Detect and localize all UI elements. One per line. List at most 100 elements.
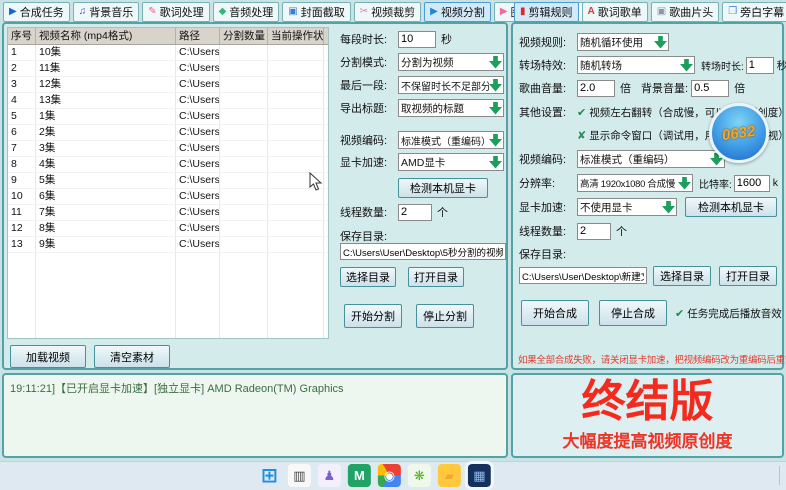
bitrate-input[interactable] <box>734 175 770 192</box>
table-cell <box>220 93 268 108</box>
segment-duration-row: 每段时长: 秒 <box>340 30 452 48</box>
toolbar-tab[interactable]: ▮ 剪辑规则 <box>514 2 579 22</box>
taskbar-icon[interactable]: ▦ <box>468 464 491 487</box>
start-merge-button[interactable]: 开始合成 <box>521 300 589 326</box>
resolution-row: 分辨率: 高清 1920x1080 合成慢 比特率: k <box>519 174 778 192</box>
video-rule-row: 视频规则: 随机循环使用 <box>519 33 669 51</box>
table-cell <box>324 173 329 188</box>
table-row[interactable]: 1 10集 C:\Users... <box>8 45 328 61</box>
song-volume-input[interactable] <box>577 80 615 97</box>
merge-open-dir-button[interactable]: 打开目录 <box>719 266 777 286</box>
video-encode-select[interactable]: 标准模式（重编码） <box>398 131 504 149</box>
resolution-select[interactable]: 高清 1920x1080 合成慢 <box>577 174 693 192</box>
merge-encode-select[interactable]: 标准模式（重编码） <box>577 150 725 168</box>
table-row[interactable]: 12 8集 C:\Users... <box>8 221 328 237</box>
taskbar-icon[interactable]: ♟ <box>318 464 341 487</box>
toolbar-tab[interactable]: ▶ 合成任务 <box>3 2 70 22</box>
taskbar-icon[interactable]: ◉ <box>378 464 401 487</box>
merge-warning-text: 如果全部合成失败，请关闭显卡加速，把视频编码改为重编码后重试 <box>518 352 786 366</box>
table-row[interactable]: 8 4集 C:\Users... <box>8 157 328 173</box>
merge-detect-gpu-button[interactable]: 检测本机显卡 <box>685 197 777 217</box>
start-split-button[interactable]: 开始分割 <box>344 304 402 328</box>
dropdown-arrow-icon <box>662 201 675 214</box>
toolbar-tab[interactable]: ✎ 歌词处理 <box>142 2 209 22</box>
table-row[interactable]: 3 12集 C:\Users... <box>8 77 328 93</box>
last-segment-value: 不保留时长不足部分 <box>399 78 489 93</box>
threads-input[interactable] <box>398 204 432 221</box>
table-cell: 1 <box>8 45 36 60</box>
merge-gpu-select[interactable]: 不使用显卡 <box>577 198 677 216</box>
dropdown-arrow-icon <box>489 56 502 69</box>
column-header[interactable]: 当前操作状态 <box>268 28 324 44</box>
column-header[interactable]: 分割数量 <box>220 28 268 44</box>
open-dir-button[interactable]: 打开目录 <box>408 267 464 287</box>
table-row[interactable]: 9 5集 C:\Users... <box>8 173 328 189</box>
table-cell: 11 <box>8 205 36 220</box>
other-settings-label: 其他设置: <box>519 104 577 120</box>
tab-icon: A <box>588 7 595 17</box>
table-row[interactable]: 2 11集 C:\Users... <box>8 61 328 77</box>
taskbar-icon[interactable]: ⊞ <box>258 464 281 487</box>
toolbar-tab[interactable]: ▣ 歌曲片头 <box>651 2 719 22</box>
table-row[interactable]: 11 7集 C:\Users... <box>8 205 328 221</box>
load-videos-button[interactable]: 加载视频 <box>10 345 86 368</box>
segment-duration-label: 每段时长: <box>340 31 398 47</box>
taskbar-icon[interactable]: ❋ <box>408 464 431 487</box>
toolbar-tab[interactable]: ▶ 视频分割 <box>424 2 491 22</box>
merge-save-dir-input[interactable] <box>519 267 647 284</box>
segment-duration-unit: 秒 <box>441 31 452 47</box>
last-segment-select[interactable]: 不保留时长不足部分 <box>398 76 504 94</box>
merge-gpu-label: 显卡加速: <box>519 199 577 215</box>
tab-label: 歌词处理 <box>160 4 204 20</box>
table-empty-area <box>8 253 328 338</box>
video-rule-select[interactable]: 随机循环使用 <box>577 33 669 51</box>
table-row[interactable]: 6 2集 C:\Users... <box>8 125 328 141</box>
table-row[interactable]: 7 3集 C:\Users... <box>8 141 328 157</box>
table-row[interactable]: 13 9集 C:\Users... <box>8 237 328 253</box>
clear-material-button[interactable]: 清空素材 <box>94 345 170 368</box>
column-header[interactable]: 序号 <box>8 28 36 44</box>
segment-duration-input[interactable] <box>398 31 436 48</box>
flip-checkbox[interactable]: ✔ <box>577 106 586 119</box>
toolbar-tab[interactable]: ◆ 音频处理 <box>213 2 280 22</box>
merge-choose-dir-button[interactable]: 选择目录 <box>653 266 711 286</box>
split-mode-select[interactable]: 分割为视频 <box>398 53 504 71</box>
stop-split-button[interactable]: 停止分割 <box>416 304 474 328</box>
stop-merge-button[interactable]: 停止合成 <box>599 300 667 326</box>
column-header[interactable]: 视频名称 (mp4格式) <box>36 28 176 44</box>
table-cell: 8集 <box>36 221 176 236</box>
dropdown-arrow-icon <box>654 36 667 49</box>
export-title-select[interactable]: 取视频的标题 <box>398 99 504 117</box>
save-dir-label: 保存目录: <box>340 228 387 244</box>
sound-checkbox[interactable]: ✔ <box>675 307 684 320</box>
taskbar-icon[interactable]: M <box>348 464 371 487</box>
transition-duration-input[interactable] <box>746 57 774 74</box>
detect-gpu-button[interactable]: 检测本机显卡 <box>398 178 488 198</box>
toolbar-tab[interactable]: ✂ 视频裁剪 <box>354 2 421 22</box>
transition-label: 转场特效: <box>519 57 577 73</box>
table-row[interactable]: 5 1集 C:\Users... <box>8 109 328 125</box>
choose-dir-button[interactable]: 选择目录 <box>340 267 396 287</box>
tab-label: 视频分割 <box>441 4 485 20</box>
toolbar-tab[interactable]: ▣ 封面截取 <box>282 2 350 22</box>
show-desktop-button[interactable] <box>779 466 784 485</box>
taskbar-icon[interactable]: ▰ <box>438 464 461 487</box>
toolbar-tab[interactable]: ♫ 背景音乐 <box>73 2 140 22</box>
sound-checkbox-text: 任务完成后播放音效 <box>687 306 782 321</box>
gpu-accel-select[interactable]: AMD显卡 <box>398 153 504 171</box>
toolbar-tab[interactable]: ❐ 旁白字幕 <box>722 2 786 22</box>
save-dir-input[interactable] <box>340 243 506 260</box>
tab-label: 视频裁剪 <box>371 4 415 20</box>
toolbar-tab[interactable]: A 歌词歌单 <box>582 2 648 22</box>
table-cell: 10 <box>8 189 36 204</box>
bg-volume-input[interactable] <box>691 80 729 97</box>
taskbar-icon[interactable]: ▥ <box>288 464 311 487</box>
cmd-window-checkbox[interactable]: ✘ <box>577 129 586 142</box>
table-row[interactable]: 4 13集 C:\Users... <box>8 93 328 109</box>
transition-select[interactable]: 随机转场 <box>577 56 695 74</box>
table-row[interactable]: 10 6集 C:\Users... <box>8 189 328 205</box>
table-cell <box>268 205 324 220</box>
merge-threads-input[interactable] <box>577 223 611 240</box>
column-header[interactable]: 路径 <box>176 28 220 44</box>
table-cell: 12集 <box>36 77 176 92</box>
